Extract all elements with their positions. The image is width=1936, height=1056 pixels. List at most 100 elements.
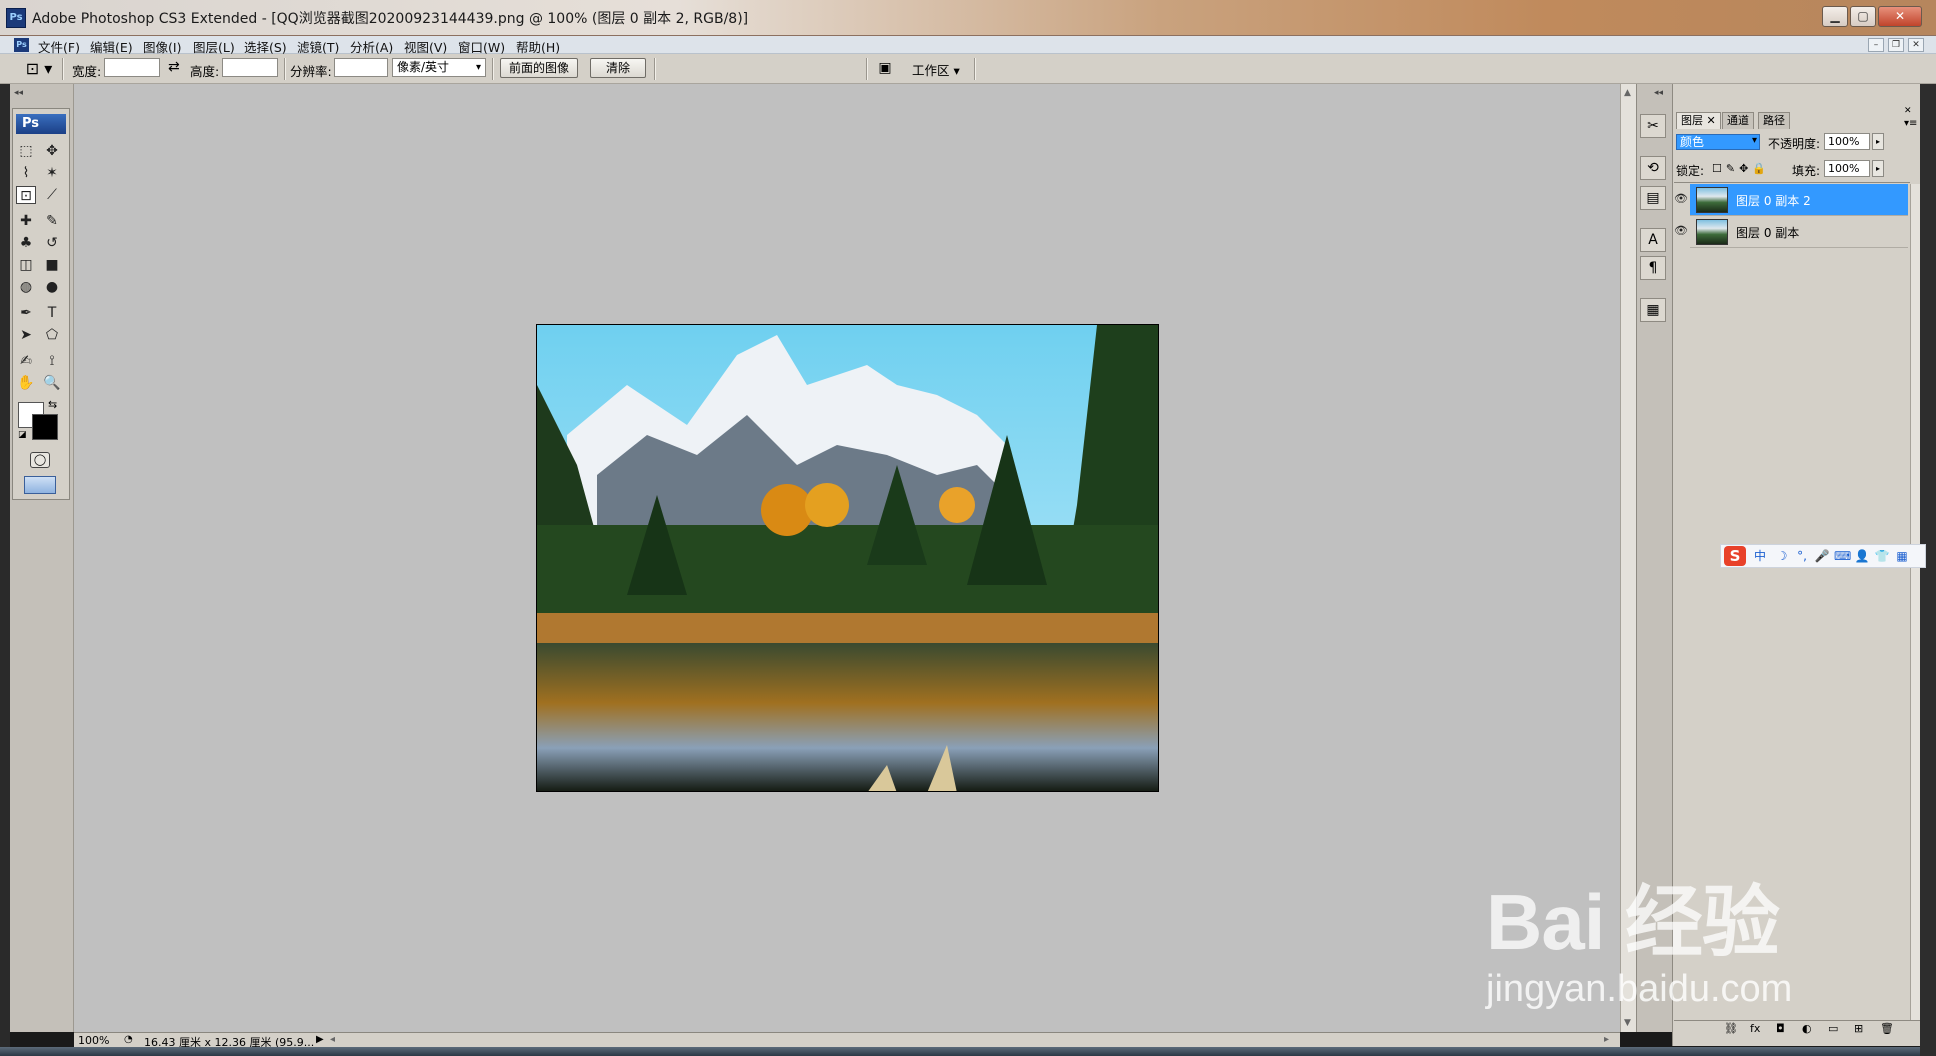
- workspace-menu[interactable]: 工作区 ▾: [912, 60, 960, 79]
- tab-layers[interactable]: 图层 ✕: [1676, 112, 1721, 129]
- slice-icon[interactable]: ⟋: [42, 186, 62, 204]
- resolution-unit-select[interactable]: 像素/英寸 ▾: [392, 58, 486, 77]
- panel-close-icon[interactable]: ✕: [1904, 106, 1912, 116]
- doc-restore-button[interactable]: ❐: [1888, 38, 1904, 52]
- layers-scrollbar[interactable]: [1910, 184, 1920, 1024]
- crop-tool-preset-icon[interactable]: ⊡ ▾: [22, 58, 56, 80]
- width-field[interactable]: [104, 58, 160, 77]
- brush-icon[interactable]: ✎: [42, 212, 62, 230]
- blur-icon[interactable]: ◍: [16, 278, 36, 296]
- tab-channels[interactable]: 通道: [1722, 112, 1754, 129]
- history-icon[interactable]: ⟲: [1640, 156, 1666, 180]
- fx-icon[interactable]: fx: [1750, 1022, 1760, 1035]
- background-color-swatch[interactable]: [32, 414, 58, 440]
- bridge-icon[interactable]: ▣: [874, 60, 896, 78]
- history-brush-icon[interactable]: ↺: [42, 234, 62, 252]
- tab-layers-label: 图层: [1681, 114, 1703, 127]
- actions-icon[interactable]: ▤: [1640, 186, 1666, 210]
- visibility-eye-icon[interactable]: 👁: [1674, 192, 1688, 206]
- blend-mode-select[interactable]: 颜色: [1676, 134, 1760, 150]
- chevron-down-icon: ▾: [475, 62, 481, 73]
- ime-mic-icon[interactable]: 🎤: [1814, 548, 1830, 564]
- sogou-logo-icon[interactable]: S: [1724, 546, 1746, 566]
- lasso-icon[interactable]: ⌇: [16, 164, 36, 182]
- status-menu-arrow-icon[interactable]: ▶: [316, 1034, 324, 1045]
- zoom-icon[interactable]: 🔍: [42, 374, 62, 392]
- divider: [1674, 182, 1910, 183]
- adjustment-icon[interactable]: ◐: [1802, 1022, 1812, 1035]
- height-field[interactable]: [222, 58, 278, 77]
- document-image[interactable]: [536, 324, 1159, 792]
- crop-icon[interactable]: ⊡: [16, 186, 36, 204]
- gradient-icon[interactable]: ■: [42, 256, 62, 274]
- clear-button[interactable]: 清除: [590, 58, 646, 78]
- screen-mode-icon[interactable]: [24, 476, 56, 494]
- zoom-level[interactable]: 100%: [78, 1034, 118, 1047]
- document-icon[interactable]: Ps: [14, 38, 29, 52]
- swap-colors-icon[interactable]: ⇆: [48, 398, 57, 411]
- scroll-left-icon[interactable]: ◂: [330, 1034, 335, 1045]
- ime-skin-icon[interactable]: 👕: [1874, 548, 1890, 564]
- resolution-field[interactable]: [334, 58, 388, 77]
- layer-comps-icon[interactable]: ▦: [1640, 298, 1666, 322]
- eraser-icon[interactable]: ◫: [16, 256, 36, 274]
- ime-user-icon[interactable]: 👤: [1854, 548, 1870, 564]
- trash-icon[interactable]: 🗑: [1880, 1022, 1894, 1035]
- mask-icon[interactable]: ◘: [1776, 1022, 1785, 1035]
- scroll-down-icon[interactable]: ▼: [1624, 1018, 1631, 1028]
- healing-icon[interactable]: ✚: [16, 212, 36, 230]
- chevron-down-icon[interactable]: ▾: [1752, 135, 1757, 146]
- resolution-label: 分辨率:: [290, 64, 332, 79]
- collapse-icon[interactable]: ◂◂: [14, 88, 23, 98]
- shape-icon[interactable]: ⬠: [42, 326, 62, 344]
- move-icon[interactable]: ✥: [42, 142, 62, 160]
- status-info-icon[interactable]: ◔: [124, 1034, 133, 1045]
- tab-paths[interactable]: 路径: [1758, 112, 1790, 129]
- swap-dimensions-icon[interactable]: ⇄: [168, 59, 180, 75]
- doc-close-button[interactable]: ✕: [1908, 38, 1924, 52]
- fill-slider-arrow-icon[interactable]: ▸: [1872, 160, 1884, 177]
- hand-icon[interactable]: ✋: [16, 374, 36, 392]
- opacity-field[interactable]: 100%: [1824, 133, 1870, 150]
- clone-stamp-icon[interactable]: ♣: [16, 234, 36, 252]
- expand-dock-icon[interactable]: ◂◂: [1654, 88, 1663, 98]
- ime-punctuation-icon[interactable]: °,: [1794, 548, 1810, 564]
- ime-keyboard-icon[interactable]: ⌨: [1834, 548, 1851, 564]
- notes-icon[interactable]: ✍: [16, 352, 36, 370]
- minimize-button[interactable]: ▁: [1822, 6, 1848, 27]
- opacity-slider-arrow-icon[interactable]: ▸: [1872, 133, 1884, 150]
- scroll-right-icon[interactable]: ▸: [1604, 1034, 1609, 1045]
- close-button[interactable]: ✕: [1878, 6, 1922, 27]
- dodge-icon[interactable]: ●: [42, 278, 62, 296]
- fill-field[interactable]: 100%: [1824, 160, 1870, 177]
- ime-grid-icon[interactable]: ▦: [1894, 548, 1910, 564]
- quick-mask-icon[interactable]: ◯: [30, 452, 50, 468]
- type-icon[interactable]: T: [42, 304, 62, 322]
- pen-icon[interactable]: ✒: [16, 304, 36, 322]
- default-colors-icon[interactable]: ◪: [18, 430, 28, 440]
- separator: [62, 58, 64, 80]
- eyedropper-icon[interactable]: ⟟: [42, 352, 62, 370]
- new-layer-icon[interactable]: ⊞: [1854, 1022, 1863, 1035]
- link-icon[interactable]: ⛓: [1724, 1022, 1738, 1035]
- maximize-button[interactable]: ▢: [1850, 6, 1876, 27]
- paragraph-icon[interactable]: ¶: [1640, 256, 1666, 280]
- photoshop-app-icon[interactable]: Ps: [6, 8, 26, 28]
- layer-name[interactable]: 图层 0 副本 2: [1736, 192, 1811, 209]
- marquee-icon[interactable]: ⬚: [16, 142, 36, 160]
- scroll-up-icon[interactable]: ▲: [1624, 88, 1631, 98]
- ime-moon-icon[interactable]: ☽: [1774, 548, 1790, 564]
- visibility-eye-icon[interactable]: 👁: [1674, 224, 1688, 238]
- magic-wand-icon[interactable]: ✶: [42, 164, 62, 182]
- ime-language-toggle[interactable]: 中: [1752, 548, 1768, 564]
- layer-name[interactable]: 图层 0 副本: [1736, 224, 1799, 241]
- panel-menu-icon[interactable]: ▾≡: [1904, 118, 1917, 129]
- group-icon[interactable]: ▭: [1828, 1022, 1838, 1035]
- path-select-icon[interactable]: ➤: [16, 326, 36, 344]
- lock-options-icon[interactable]: ☐✎✥🔒: [1712, 162, 1770, 175]
- front-image-button[interactable]: 前面的图像: [500, 58, 578, 78]
- character-icon[interactable]: A: [1640, 228, 1666, 252]
- separator: [866, 58, 868, 80]
- doc-minimize-button[interactable]: –: [1868, 38, 1884, 52]
- navigator-icon[interactable]: ✂: [1640, 114, 1666, 138]
